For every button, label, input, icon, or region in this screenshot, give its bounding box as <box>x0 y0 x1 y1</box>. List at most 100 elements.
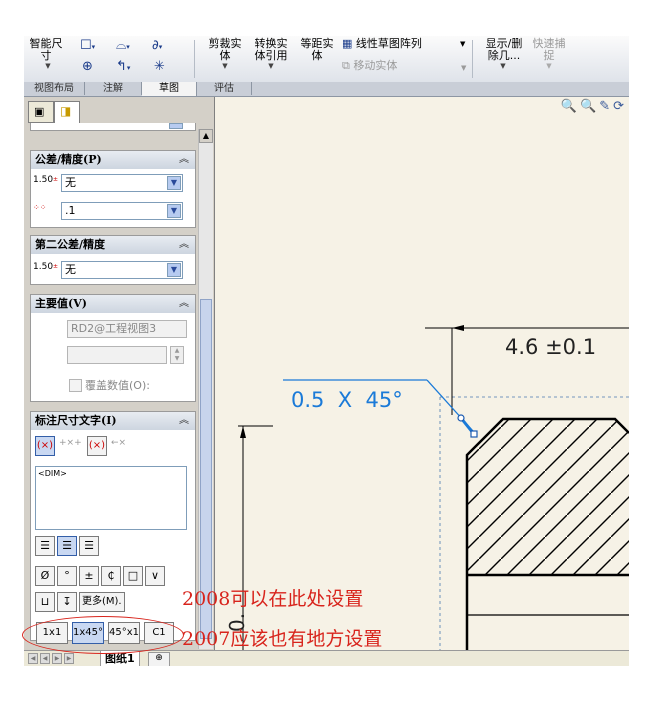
collapse-chevron-icon[interactable]: ︽ <box>179 236 189 254</box>
linear-pattern-label: 线性草图阵列 <box>355 37 422 50</box>
last-sheet-icon[interactable]: ▶ <box>64 653 74 664</box>
property-manager: ▣ ◨ ▲ 公差/精度(P) ︽ 1.50± 无 ▼ ⁘⁘ .1 ▼ 第二公差/… <box>24 97 215 650</box>
offset-text-icon[interactable]: ←× <box>111 438 126 448</box>
primary-value-header[interactable]: 主要值(V) ︽ <box>31 295 195 313</box>
dimension-text-title: 标注尺寸文字(I) <box>35 414 117 427</box>
offset-label: 等距实体 <box>300 37 334 62</box>
add-sheet-icon[interactable]: ⊕ <box>148 652 170 666</box>
arrowhead <box>452 325 464 331</box>
spline-icon[interactable]: ∂▾ <box>152 39 162 54</box>
value-spinner[interactable]: ▲ ▼ <box>170 346 184 364</box>
degree-symbol-button[interactable]: ° <box>57 566 77 586</box>
counterbore-symbol-button[interactable]: ⊔ <box>35 592 55 612</box>
arc-icon[interactable]: ⌓▾ <box>116 39 130 54</box>
linear-dimension-text[interactable]: 4.6 ±0.1 <box>505 335 596 359</box>
collapse-chevron-icon[interactable]: ︽ <box>179 151 189 169</box>
square-symbol-button[interactable]: □ <box>123 566 143 586</box>
chevron-down-icon[interactable]: ▼ <box>167 263 181 277</box>
move-entities-label: 移动实体 <box>353 59 398 72</box>
rectangle-icon[interactable]: ☐▾ <box>80 39 95 54</box>
tab-view-layout[interactable]: 视图布局 <box>24 82 85 95</box>
previous-sheet-icon[interactable]: ◀ <box>40 653 50 664</box>
quick-snap-label: 快速捕捉 <box>532 37 566 62</box>
first-sheet-icon[interactable]: ◀ <box>28 653 38 664</box>
panel-scrollbar[interactable]: ▲ <box>198 129 213 649</box>
plus-minus-symbol-button[interactable]: ± <box>79 566 99 586</box>
fillet-icon[interactable]: ↰▾ <box>116 60 130 75</box>
dimension-reference-field[interactable]: RD2@工程视图3 <box>67 320 187 338</box>
dropdown-arrow[interactable] <box>169 123 183 129</box>
chevron-down-icon[interactable]: ▼ <box>167 204 181 218</box>
tolerance-type-row: 1.50± 无 ▼ <box>31 173 195 193</box>
centerline-symbol-button[interactable]: ₵ <box>101 566 121 586</box>
point-icon[interactable]: ✳ <box>154 60 165 74</box>
smart-dimension-button[interactable]: 智能尺寸 ▼ <box>28 38 68 71</box>
property-manager-tab[interactable]: ◨ <box>54 101 80 123</box>
tab-annotation[interactable]: 注解 <box>85 82 142 95</box>
tab-sketch[interactable]: 草图 <box>142 82 197 96</box>
ribbon-separator <box>472 40 473 78</box>
second-tolerance-select[interactable]: 无 ▼ <box>61 261 183 279</box>
tolerance-type-select[interactable]: 无 ▼ <box>61 174 183 192</box>
second-tolerance-header[interactable]: 第二公差/精度 ︽ <box>31 236 195 254</box>
override-value-checkbox[interactable] <box>69 379 82 392</box>
precision-value: .1 <box>65 204 76 217</box>
next-sheet-icon[interactable]: ▶ <box>52 653 62 664</box>
dimension-text-group: 标注尺寸文字(I) ︽ (×) +×+ (×) ←× <DIM> ☰ ☰ ☰ Ø… <box>30 411 196 641</box>
precision-select[interactable]: .1 ▼ <box>61 202 183 220</box>
chamfer-dimension-text[interactable]: 0.5 X 45° <box>291 388 403 412</box>
add-parentheses-button[interactable]: (×) <box>35 436 55 456</box>
tolerance-group-header[interactable]: 公差/精度(P) ︽ <box>31 151 195 169</box>
diameter-symbol-button[interactable]: Ø <box>35 566 55 586</box>
tolerance-group-title: 公差/精度(P) <box>35 153 102 166</box>
dimension-text-box[interactable]: <DIM> <box>35 466 187 530</box>
dimension-text-header[interactable]: 标注尺寸文字(I) ︽ <box>31 412 195 430</box>
trim-label: 剪裁实体 <box>208 37 242 62</box>
tolerance-icon-text: 1.50 <box>33 262 54 272</box>
depth-symbol-button[interactable]: ↧ <box>57 592 77 612</box>
offset-entities-button[interactable]: 等距实体 <box>298 38 336 62</box>
tab-evaluate[interactable]: 评估 <box>197 82 252 95</box>
countersink-symbol-button[interactable]: ∨ <box>145 566 165 586</box>
part-lower-face <box>467 575 629 650</box>
chevron-down-icon: ▼ <box>222 62 228 70</box>
polygon-icon[interactable]: ⊕ <box>82 60 93 74</box>
collapse-chevron-icon[interactable]: ︽ <box>179 295 189 313</box>
collapse-chevron-icon[interactable]: ︽ <box>179 412 189 430</box>
chevron-down-icon[interactable]: ▼ <box>167 176 181 190</box>
inspection-dimension-button[interactable]: (×) <box>87 436 107 456</box>
align-left-button[interactable]: ☰ <box>35 536 55 556</box>
second-tolerance-row: 1.50± 无 ▼ <box>31 260 195 280</box>
drawing-sheet <box>238 325 629 650</box>
display-delete-relations-button[interactable]: 显示/删除几... ▼ <box>482 38 524 71</box>
grid-pattern-icon: ▦ <box>342 37 353 50</box>
graphics-area[interactable]: 🔍🔍✎⟳ 4.6 ±0.1 0.5 X 45° 0. <box>215 97 629 650</box>
align-right-button[interactable]: ☰ <box>79 536 99 556</box>
chevron-down-icon: ▼ <box>268 62 274 70</box>
tolerance-icon: 1.50± <box>33 262 59 272</box>
linear-pattern-dropdown[interactable]: ▼ <box>460 38 465 50</box>
quick-snaps-button[interactable]: 快速捕捉 ▼ <box>530 37 568 71</box>
feature-tree-tab[interactable]: ▣ <box>28 101 54 123</box>
center-dimension-icon[interactable]: +×+ <box>59 438 82 448</box>
more-symbols-button[interactable]: 更多(M). <box>79 592 125 612</box>
scroll-up-arrow[interactable]: ▲ <box>199 129 213 143</box>
second-tolerance-title: 第二公差/精度 <box>35 238 106 251</box>
previous-group-bottom <box>30 123 196 131</box>
move-icon: ⧉ <box>342 59 350 72</box>
align-center-button[interactable]: ☰ <box>57 536 77 556</box>
attach-handle[interactable] <box>470 430 478 438</box>
dimension-value-field[interactable] <box>67 346 167 364</box>
trim-entities-button[interactable]: 剪裁实体 ▼ <box>206 37 244 71</box>
move-entities-button[interactable]: ⧉ 移动实体 <box>342 60 397 72</box>
precision-row: ⁘⁘ .1 ▼ <box>31 201 195 221</box>
arrowhead <box>240 426 246 438</box>
primary-value-group: 主要值(V) ︽ RD2@工程视图3 ▲ ▼ 覆盖数值(O): <box>30 294 196 402</box>
linear-pattern-button[interactable]: ▦ 线性草图阵列 <box>342 38 422 50</box>
move-entities-dropdown[interactable]: ▼ <box>461 62 466 74</box>
second-tolerance-group: 第二公差/精度 ︽ 1.50± 无 ▼ <box>30 235 196 285</box>
leader-handle[interactable] <box>457 414 465 422</box>
feature-tree-icon: ▣ <box>34 105 45 118</box>
tolerance-icon-text: 1.50 <box>33 175 54 185</box>
convert-entities-button[interactable]: 转换实体引用 ▼ <box>250 38 292 71</box>
